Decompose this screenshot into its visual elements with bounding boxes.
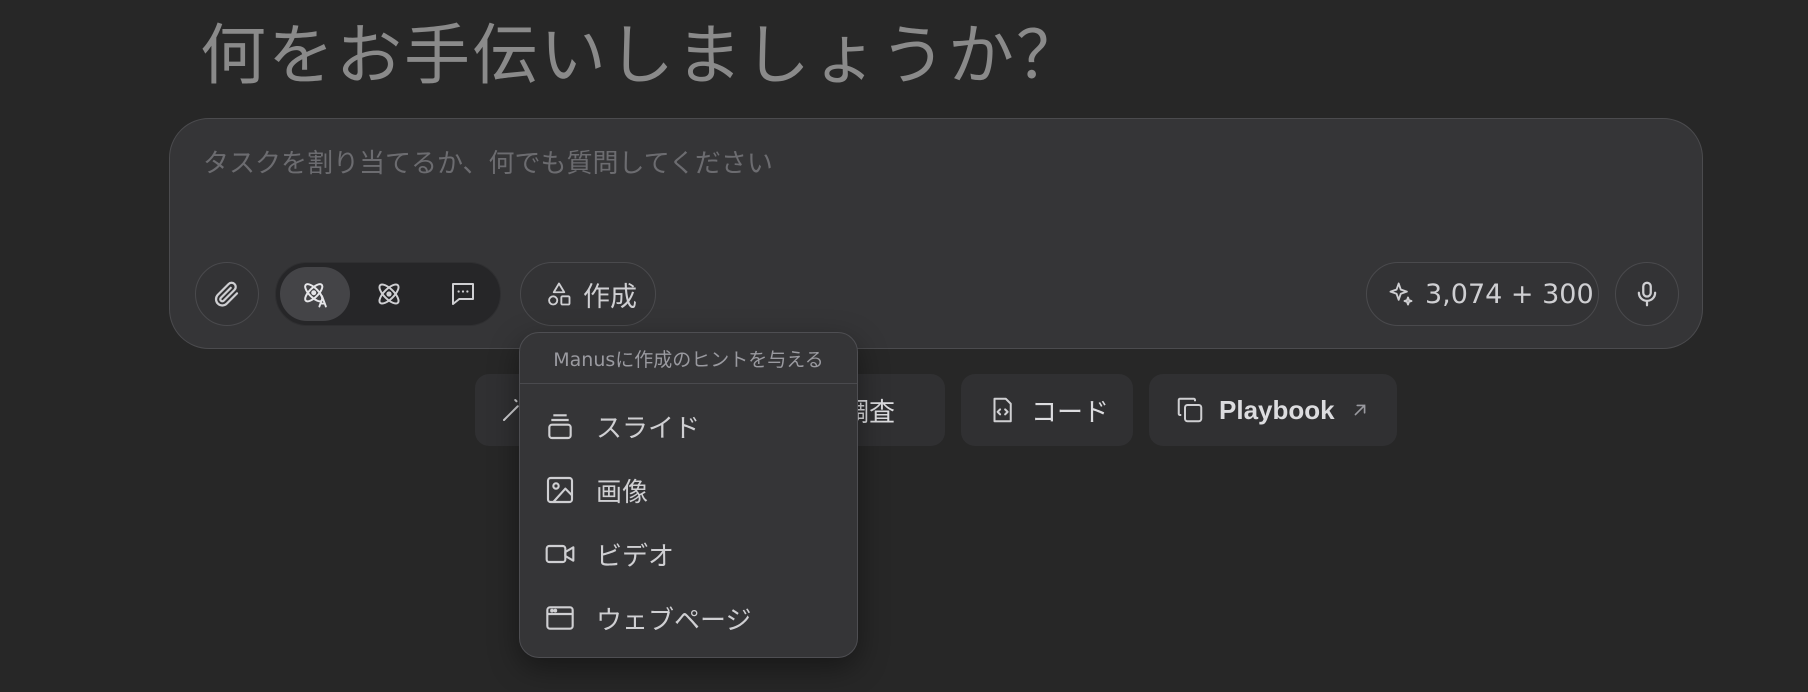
mode-agent-button[interactable]	[280, 267, 350, 321]
agent-atom-icon	[304, 283, 327, 308]
playbook-label: Playbook	[1219, 394, 1335, 425]
video-icon	[545, 544, 575, 564]
shapes-icon	[548, 282, 571, 306]
code-file-icon	[993, 397, 1012, 423]
credits-button[interactable]: 3,074 + 300	[1366, 262, 1599, 326]
page-title: 何をお手伝いしましょうか？	[200, 17, 1084, 94]
composer: 作成 3,074 + 300	[169, 118, 1703, 349]
attach-button[interactable]	[195, 262, 259, 326]
copy-icon	[1177, 397, 1203, 423]
arrow-up-right-icon	[1354, 404, 1366, 416]
code-label: コード	[1031, 397, 1110, 428]
page: 何をお手伝いしましょうか？ タスクを割り当てるか、何でも質問してください 作成 …	[0, 0, 1808, 692]
image-icon	[546, 476, 574, 504]
paperclip-icon	[214, 281, 239, 307]
create-menu-item-video[interactable]: ビデオ	[544, 534, 674, 574]
create-menu-header: Manusに作成のヒントを与える	[520, 333, 857, 384]
create-menu-item-label: 画像	[596, 477, 649, 508]
chat-icon	[452, 283, 474, 305]
create-button[interactable]: 作成	[520, 262, 656, 326]
create-menu-item-label: ビデオ	[596, 541, 675, 572]
mode-selector	[275, 262, 501, 326]
create-menu-item-label: スライド	[596, 413, 701, 444]
microphone-button[interactable]	[1615, 262, 1679, 326]
create-menu-item-image[interactable]: 画像	[544, 470, 648, 510]
mode-atom-button[interactable]	[354, 267, 424, 321]
create-label: 作成	[583, 281, 637, 313]
sparkle-icon	[1389, 282, 1413, 306]
create-menu: Manusに作成のヒントを与える スライド 画像 ビデオ ウェブページ	[519, 332, 858, 658]
slides-icon	[548, 414, 572, 440]
quick-action-playbook[interactable]: Playbook	[1149, 374, 1397, 446]
webpage-icon	[546, 606, 574, 630]
create-menu-item-label: ウェブページ	[596, 605, 752, 636]
credits-count: 3,074 + 300	[1425, 278, 1594, 310]
mode-chat-button[interactable]	[428, 267, 498, 321]
quick-action-code[interactable]: コード	[961, 374, 1133, 446]
create-menu-item-slides[interactable]: スライド	[544, 406, 700, 446]
task-input[interactable]	[203, 149, 1603, 179]
create-menu-item-webpage[interactable]: ウェブページ	[544, 598, 751, 638]
atom-icon	[378, 283, 400, 305]
microphone-icon	[1637, 281, 1657, 307]
